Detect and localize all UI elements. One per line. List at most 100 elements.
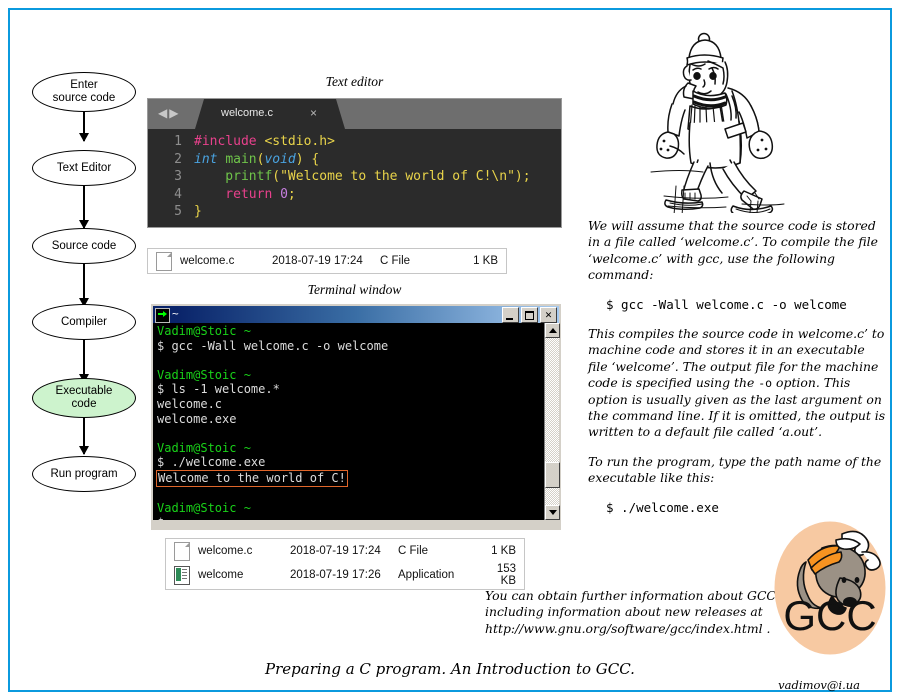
code-token: <stdio.h>: [264, 134, 335, 149]
flow-node-source-code[interactable]: Source code: [32, 228, 136, 264]
terminal-line: Vadim@Stoic ~: [157, 501, 555, 516]
close-button[interactable]: ✕: [540, 307, 557, 323]
table-row[interactable]: welcome.c 2018-07-19 17:24 C File 1 KB: [166, 539, 524, 563]
terminal-line: welcome.c: [157, 397, 555, 412]
terminal-section-label: Terminal window: [307, 282, 402, 297]
terminal-line-text: Vadim@Stoic ~: [157, 501, 251, 516]
flow-node-compiler[interactable]: Compiler: [32, 304, 136, 340]
poster-caption: Preparing a C program. An Introduction t…: [265, 660, 635, 678]
flow-node-label: Executable code: [55, 385, 113, 410]
flow-arrow-1: [79, 112, 89, 142]
code-token: 0: [280, 186, 288, 202]
terminal-output-area[interactable]: Vadim@Stoic ~ $ gcc -Wall welcome.c -o we…: [153, 323, 559, 520]
flow-node-run-program[interactable]: Run program: [32, 456, 136, 492]
flow-arrow-5: [79, 418, 89, 455]
terminal-line: Vadim@Stoic ~: [157, 441, 555, 456]
file-list-output[interactable]: welcome.c 2018-07-19 17:24 C File 1 KB welco…: [165, 538, 525, 590]
line-number: 5: [174, 204, 182, 219]
flow-node-label: Enter source code: [52, 79, 116, 104]
terminal-line-text: welcome.c: [157, 396, 223, 411]
file-size-cell: 153 KB: [496, 563, 516, 587]
flow-arrow-4: [79, 340, 89, 383]
command-run-executable: $ ./welcome.exe: [606, 499, 719, 515]
line-number: 2: [174, 151, 182, 167]
code-token: #include: [194, 134, 265, 149]
window-buttons: ✕: [502, 307, 557, 323]
code-line: 4 return 0;: [148, 186, 561, 204]
terminal-line: $ gcc -Wall welcome.c -o welcome: [157, 339, 555, 354]
console-icon: [155, 308, 170, 323]
c-file-icon: [156, 251, 172, 271]
terminal-line-text: $: [157, 516, 164, 520]
code-token: }: [194, 204, 202, 219]
tab-nav-arrows-icon[interactable]: ◀▶: [158, 106, 180, 120]
code-token: void: [264, 151, 296, 167]
terminal-line-text: welcome.exe: [157, 411, 237, 426]
file-name-cell: welcome.c: [180, 255, 235, 267]
terminal-line-text: $ ls -1 welcome.*: [157, 382, 280, 397]
code-token: (: [272, 169, 281, 184]
text-editor-section-label: Text editor: [325, 74, 384, 89]
table-row[interactable]: welcome.c 2018-07-19 17:24 C File 1 KB: [148, 249, 506, 273]
para4-part-a: You can obtain further information about…: [485, 588, 780, 620]
terminal-line: $: [157, 516, 555, 520]
maximize-button[interactable]: [521, 307, 538, 323]
gcc-website-url[interactable]: http://www.gnu.org/software/gcc/index.ht…: [485, 621, 763, 636]
terminal-scrollbar[interactable]: [544, 323, 560, 520]
flow-node-label: Source code: [51, 239, 117, 252]
scroll-up-icon[interactable]: [545, 323, 560, 338]
author-credit: vadimov@i.ua: [778, 678, 860, 692]
file-date-cell: 2018-07-19 17:26: [290, 569, 381, 581]
file-name-cell: welcome.c: [198, 545, 253, 557]
flow-node-text-editor[interactable]: Text Editor: [32, 150, 136, 186]
terminal-line-text: Vadim@Stoic ~: [157, 367, 251, 382]
file-type-cell: C File: [398, 545, 429, 557]
flow-node-label: Compiler: [60, 315, 107, 328]
file-name-cell: welcome: [198, 569, 244, 581]
application-icon: [174, 565, 190, 585]
flow-node-executable-code[interactable]: Executable code: [32, 378, 136, 418]
terminal-text: Vadim@Stoic ~ $ gcc -Wall welcome.c -o we…: [153, 323, 559, 520]
terminal-window[interactable]: ~ ✕ Vadim@Stoic ~ $ gcc -Wall welcome.c -…: [151, 304, 561, 530]
gcc-gnu-logo: GCC: [770, 518, 890, 658]
code-token: printf: [194, 169, 273, 184]
text-editor-window[interactable]: ◀▶ welcome.c × 1 #include <stdio.h> 2 int m…: [147, 98, 562, 228]
editor-tab-welcome-c[interactable]: welcome.c ×: [195, 99, 345, 129]
explanation-paragraph-1: We will assume that the source code is s…: [588, 218, 878, 283]
file-row-welcome-c[interactable]: welcome.c 2018-07-19 17:24 C File 1 KB: [147, 248, 507, 274]
line-number: 1: [174, 134, 182, 149]
line-number: 3: [174, 169, 182, 184]
terminal-title-label: ~: [172, 307, 179, 320]
code-token: int: [194, 151, 226, 167]
explanation-paragraph-2: This compiles the source code in welcome…: [588, 326, 888, 441]
code-token: ;: [287, 186, 296, 202]
terminal-line: $ ls -1 welcome.*: [157, 382, 555, 397]
code-token: return: [194, 186, 281, 202]
terminal-line-text: $ ./welcome.exe: [157, 455, 266, 470]
code-line: 1 #include <stdio.h>: [148, 133, 561, 151]
file-date-cell: 2018-07-19 17:24: [290, 545, 381, 557]
flow-node-label: Text Editor: [56, 161, 112, 174]
table-row[interactable]: welcome 2018-07-19 17:26 Application 153 KB: [166, 563, 524, 587]
minimize-button[interactable]: [502, 307, 519, 323]
code-token: "Welcome to the world of C!\n": [280, 169, 515, 184]
terminal-line-text: Vadim@Stoic ~: [157, 440, 251, 455]
file-date-cell: 2018-07-19 17:24: [272, 255, 363, 267]
scrollbar-thumb[interactable]: [545, 462, 560, 488]
file-type-cell: C File: [380, 255, 411, 267]
file-type-cell: Application: [398, 569, 455, 581]
scroll-down-icon[interactable]: [545, 505, 560, 520]
close-icon[interactable]: ×: [310, 106, 317, 120]
terminal-title-bar[interactable]: ~ ✕: [153, 306, 559, 323]
flow-node-enter-source-code[interactable]: Enter source code: [32, 72, 136, 112]
flow-arrow-3: [79, 264, 89, 307]
editor-code-area[interactable]: 1 #include <stdio.h> 2 int main(void) {3 pr…: [148, 129, 561, 221]
command-gcc-compile: $ gcc -Wall welcome.c -o welcome: [606, 296, 847, 312]
editor-tab-bar: ◀▶ welcome.c ×: [148, 99, 561, 129]
c-file-icon: [174, 541, 190, 561]
terminal-highlighted-output: Welcome to the world of C!: [156, 469, 348, 487]
explanation-paragraph-3: To run the program, type the path name o…: [588, 453, 882, 486]
